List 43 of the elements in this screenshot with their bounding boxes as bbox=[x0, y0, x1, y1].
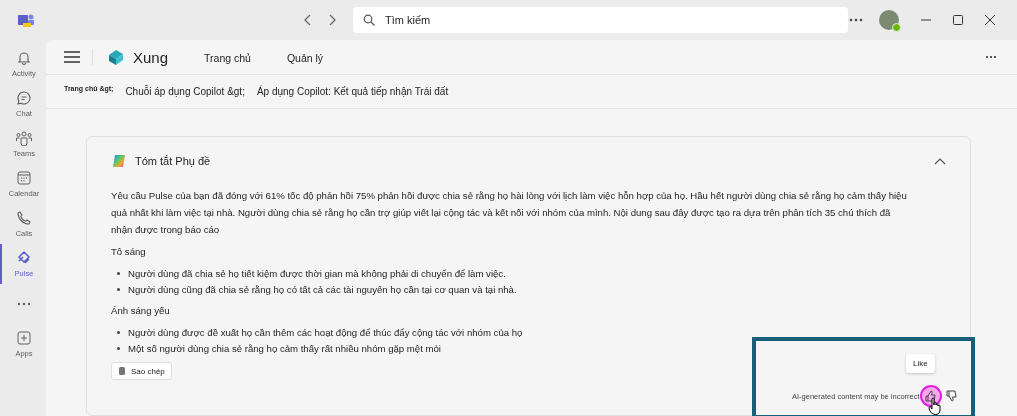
pulse-icon bbox=[16, 250, 32, 266]
teams-logo-icon bbox=[17, 12, 35, 28]
bullet-text: Người dùng được đề xuất họ cần thêm các hoạt động để thúc đẩy cộng tác với nhóm của họ bbox=[128, 326, 523, 338]
bullet-text: Một số người dùng chia sẻ rằng họ cảm thấy rất nhiều nhóm gặp mệt mỏi bbox=[128, 342, 441, 354]
more-apps-icon bbox=[17, 302, 31, 306]
more-options-icon[interactable] bbox=[985, 55, 997, 60]
breadcrumb-link[interactable]: Áp dụng Copilot: Kết quả tiếp nhận Trái đất bbox=[256, 86, 449, 98]
card-title: Tóm tắt Phụ đề bbox=[135, 155, 211, 167]
bullet-icon bbox=[117, 271, 120, 275]
chat-bubble-icon bbox=[16, 90, 32, 106]
close-icon[interactable] bbox=[985, 15, 995, 25]
copilot-logo-icon bbox=[111, 153, 127, 169]
bell-icon bbox=[16, 50, 32, 66]
plus-square-icon bbox=[16, 330, 32, 346]
people-icon bbox=[15, 130, 33, 146]
bullet-text: Người dùng đã chia sẻ họ tiết kiệm được thời gian mà không phải di chuyển để làm việc. bbox=[128, 267, 506, 279]
copy-button[interactable]: Sao chép bbox=[111, 362, 172, 380]
summary-paragraph: Yêu cầu Pulse của bạn đã đóng với 61% tốc độ phản hồi 75% phản hồi được chia sẻ rằng họ hài lòng với lịch làm việc hỗn hợp của họ. Hầu hết người dùng chia sẻ rằng họ cảm thấy hiệu quả nhất khi làm việc tại nhà. Người dùng chia sẻ rằng họ cần trợ giúp viết lại cộng tác và kết nối với nhóm của mình. Nội dung sau đây được tạo ra dựa trên phân tích 35 chú thích đã nhận được trong báo cáo bbox=[111, 189, 908, 237]
app-logo-icon bbox=[107, 48, 125, 67]
avatar[interactable] bbox=[879, 10, 899, 30]
app-name: Xung bbox=[133, 48, 169, 66]
menu-icon[interactable] bbox=[64, 51, 80, 64]
copy-icon bbox=[118, 366, 126, 376]
section-heading: Tô sáng bbox=[111, 246, 147, 257]
bullet-text: Người dùng cũng đã chia sẻ rằng họ có tất cả các tài nguyên họ cần tại cơ quan và tại nhà. bbox=[128, 283, 517, 295]
calendar-icon bbox=[16, 170, 32, 186]
section-heading: Ánh sáng yếu bbox=[111, 305, 171, 316]
chevron-up-icon[interactable] bbox=[934, 157, 946, 165]
thumbs-down-icon[interactable] bbox=[945, 390, 957, 402]
like-button[interactable] bbox=[919, 385, 942, 407]
phone-icon bbox=[16, 210, 32, 226]
thumbs-up-icon bbox=[925, 390, 937, 402]
maximize-icon[interactable] bbox=[953, 15, 963, 25]
search-field[interactable]: Tìm kiếm bbox=[353, 7, 848, 33]
presence-dot-icon bbox=[892, 23, 901, 32]
bullet-icon bbox=[117, 330, 120, 334]
bullet-icon bbox=[117, 287, 120, 291]
more-options-icon[interactable] bbox=[849, 18, 863, 22]
breadcrumb-link[interactable]: Chuỗi áp dụng Copilot &gt; bbox=[125, 86, 245, 98]
nav-tab[interactable]: Quản lý bbox=[286, 52, 324, 69]
like-tooltip: Like bbox=[906, 354, 935, 373]
bullet-icon bbox=[117, 346, 120, 350]
nav-tab[interactable]: Trang chủ bbox=[204, 52, 251, 69]
